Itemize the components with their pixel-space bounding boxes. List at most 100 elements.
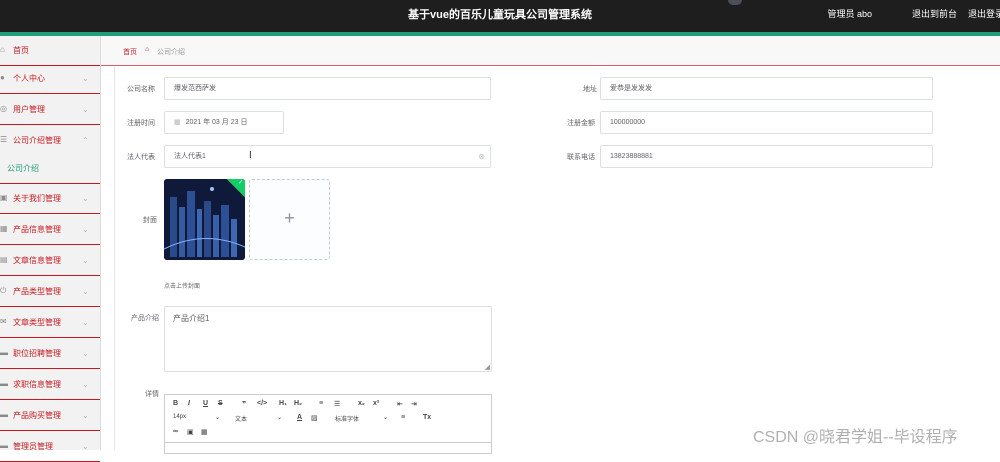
chevron-down-icon: ⌄ — [82, 105, 89, 114]
italic-icon[interactable]: I — [188, 400, 190, 407]
doc-icon: ▤ — [0, 255, 8, 264]
align-icon[interactable]: ≡ — [401, 414, 405, 421]
chevron-down-icon: ⌄ — [82, 256, 89, 265]
intro-label: 产品介绍 — [131, 315, 159, 322]
users-icon: ◎ — [0, 104, 7, 113]
reg-capital-label: 注册金额 — [567, 120, 595, 127]
company-name-input[interactable]: 爆发范西萨发 — [164, 77, 491, 100]
chevron-down-icon: ⌄ — [82, 411, 89, 420]
chevron-down-icon: ⌄ — [82, 380, 89, 389]
monitor-icon: ▬ — [0, 348, 8, 357]
sidebar-item-purchases[interactable]: ▬ 产品购买管理 ⌄ — [0, 401, 100, 431]
back-to-front-link[interactable]: 退出到前台 — [912, 7, 957, 20]
breadcrumb-home[interactable]: 首页 — [123, 47, 137, 57]
superscript-icon[interactable]: x² — [373, 400, 379, 407]
link-icon[interactable]: ∞ — [173, 428, 178, 435]
heading2-icon[interactable]: H₂ — [294, 400, 302, 407]
reg-time-date-picker[interactable]: ▦ 2021 年 03 月 23 日 — [164, 111, 284, 134]
resize-handle-icon[interactable]: ◢ — [485, 363, 490, 371]
image-icon[interactable]: ▣ — [187, 428, 194, 436]
reg-time-label: 注册时间 — [127, 120, 155, 127]
code-icon[interactable]: </> — [257, 400, 267, 407]
blockquote-icon[interactable]: ❞ — [242, 400, 246, 408]
chevron-down-icon: ⌄ — [82, 442, 89, 451]
chevron-down-icon: ⌄ — [82, 287, 89, 296]
phone-value: 13823888881 — [610, 153, 653, 160]
block-type-select[interactable]: 文本 — [235, 414, 247, 423]
watermark: CSDN @晓君学姐--毕设程序 — [753, 429, 958, 446]
editor-toolbar-row-1: B I U S ❞ </> H₁ H₂ ≡ ☰ x₂ x² ⇤ ⇥ — [165, 400, 491, 414]
text-cursor-icon: I — [249, 150, 252, 161]
font-color-icon[interactable]: A — [297, 414, 302, 421]
check-icon: ✓ — [237, 180, 243, 186]
intro-textarea[interactable]: 产品介绍1 ◢ — [164, 306, 492, 372]
sidebar-item-company-intro[interactable]: ☰ 公司介绍管理 ⌃ — [0, 126, 100, 156]
font-size-select[interactable]: 14px — [173, 414, 186, 420]
sidebar-item-label: 文章类型管理 — [13, 318, 61, 327]
sidebar-item-products[interactable]: ▦ 产品信息管理 ⌄ — [0, 215, 100, 245]
monitor-icon: ▬ — [0, 379, 8, 388]
sidebar-item-article-types[interactable]: ✉ 文章类型管理 ⌄ — [0, 308, 100, 338]
sidebar-item-articles[interactable]: ▤ 文章信息管理 ⌄ — [0, 246, 100, 276]
ordered-list-icon[interactable]: ≡ — [319, 400, 323, 407]
grid-icon: ▦ — [0, 224, 8, 233]
reg-capital-input[interactable]: 100000000 — [600, 111, 933, 134]
city-skyline-image — [164, 179, 245, 260]
sidebar-item-label: 产品购买管理 — [13, 411, 61, 420]
strikethrough-icon[interactable]: S — [218, 400, 223, 407]
editor-body[interactable] — [165, 442, 491, 443]
phone-input[interactable]: 13823888881 — [600, 145, 933, 168]
cover-upload-button[interactable]: + — [249, 179, 330, 260]
home-icon: ⌂ — [145, 46, 150, 53]
indent-increase-icon[interactable]: ⇥ — [411, 400, 417, 408]
chevron-down-icon: ⌄ — [215, 415, 221, 421]
logout-link[interactable]: 退出登录 — [968, 7, 1000, 20]
address-input[interactable]: 爱恭是发发发 — [600, 77, 933, 100]
top-bar: 基于vue的百乐儿童玩具公司管理系统 管理员 abo 退出到前台 退出登录 — [0, 0, 1000, 32]
font-family-select[interactable]: 标准字体 — [335, 414, 359, 423]
clear-icon[interactable]: ⊗ — [478, 146, 485, 167]
sidebar-item-jobs[interactable]: ▬ 职位招聘管理 ⌄ — [0, 339, 100, 369]
clear-format-icon[interactable]: Tx — [423, 414, 431, 421]
legal-rep-input[interactable]: 法人代表1 ⊗ — [164, 145, 491, 168]
cover-image[interactable]: ✓ — [164, 179, 245, 260]
sidebar: ⌂ 首页 ● 个人中心 ⌄ ◎ 用户管理 ⌄ ☰ 公司介绍管理 ⌃ 公司介绍 ▣… — [0, 36, 101, 462]
underline-icon[interactable]: U — [203, 400, 208, 407]
heading1-icon[interactable]: H₁ — [279, 400, 287, 407]
monitor-icon: ▬ — [0, 410, 8, 419]
bullet-list-icon[interactable]: ☰ — [334, 400, 340, 408]
sidebar-item-label: 求职信息管理 — [13, 380, 61, 389]
editor-toolbar-row-2: 14px ⌄ 文本 ⌄ A ▨ 标准字体 ⌄ ≡ Tx — [165, 414, 491, 428]
address-value: 爱恭是发发发 — [610, 85, 652, 92]
editor-toolbar-row-3: ∞ ▣ ▦ — [165, 428, 491, 442]
sidebar-item-profile[interactable]: ● 个人中心 ⌄ — [0, 64, 100, 94]
plus-icon: + — [284, 208, 295, 228]
sidebar-subitem-company-intro[interactable]: 公司介绍 — [0, 154, 100, 184]
window-control-icon — [728, 0, 742, 5]
phone-label: 联系电话 — [567, 154, 595, 161]
sidebar-item-users[interactable]: ◎ 用户管理 ⌄ — [0, 95, 100, 125]
calendar-icon: ▦ — [174, 119, 181, 126]
sidebar-item-admins[interactable]: ▬ 管理员管理 ⌄ — [0, 432, 100, 462]
chevron-down-icon: ⌄ — [82, 225, 89, 234]
sidebar-item-product-types[interactable]: ⏻ 产品类型管理 ⌄ — [0, 277, 100, 307]
info-icon: ▣ — [0, 193, 8, 202]
user-icon: ● — [0, 73, 5, 82]
sidebar-item-job-seekers[interactable]: ▬ 求职信息管理 ⌄ — [0, 370, 100, 400]
sidebar-item-label: 文章信息管理 — [13, 256, 61, 265]
breadcrumb-current: 公司介绍 — [157, 49, 185, 56]
bold-icon[interactable]: B — [173, 400, 178, 407]
subscript-icon[interactable]: x₂ — [358, 400, 365, 407]
video-icon[interactable]: ▦ — [201, 428, 208, 436]
sidebar-item-label: 用户管理 — [13, 105, 45, 114]
sidebar-item-label: 关于我们管理 — [13, 194, 61, 203]
home-icon: ⌂ — [0, 45, 5, 54]
sidebar-item-label: 个人中心 — [13, 74, 45, 83]
company-name-value: 爆发范西萨发 — [174, 85, 216, 92]
legal-rep-label: 法人代表 — [127, 154, 155, 161]
sidebar-item-home[interactable]: ⌂ 首页 — [0, 36, 100, 66]
chevron-down-icon: ⌄ — [277, 415, 283, 421]
background-color-icon[interactable]: ▨ — [311, 414, 318, 422]
sidebar-item-about[interactable]: ▣ 关于我们管理 ⌄ — [0, 184, 100, 214]
indent-decrease-icon[interactable]: ⇤ — [397, 400, 403, 408]
